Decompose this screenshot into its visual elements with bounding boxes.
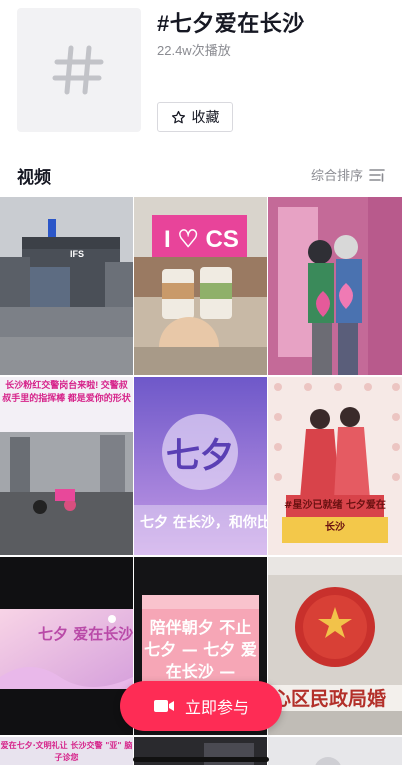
svg-text:七夕: 七夕: [166, 436, 234, 476]
video-thumbnail[interactable]: 七夕 七夕 在长沙，和你比: [134, 377, 267, 555]
sort-filter-icon: [369, 168, 385, 182]
video-caption: 心区民政局婚: [272, 687, 386, 710]
video-caption: 七夕 爱在长沙: [38, 625, 133, 643]
video-thumbnail[interactable]: [268, 197, 402, 375]
video-caption: 长沙粉红交警岗台来啦! 交警叔叔手里的指挥棒 都是爱你的形状: [2, 380, 131, 403]
sort-label: 综合排序: [310, 168, 363, 183]
topic-title: #七夕爱在长沙: [157, 11, 305, 36]
video-thumbnail[interactable]: I ♡ CS: [134, 197, 267, 375]
join-button-label: 立即参与: [184, 700, 249, 717]
hashtag-cover: [17, 8, 141, 132]
video-thumbnail[interactable]: #星沙已就绪 七夕爱在长沙: [268, 377, 402, 555]
video-caption: 陪伴朝夕 不止七夕 — 七夕 爱在长沙 —: [144, 618, 257, 681]
video-thumbnail[interactable]: 七夕 爱在长沙: [0, 557, 133, 735]
video-thumbnail[interactable]: IFS: [0, 197, 133, 375]
video-thumbnail[interactable]: 爱在七夕·文明礼让 长沙交警 "亚" 脑子诊您: [0, 737, 133, 765]
video-thumbnail[interactable]: [268, 737, 402, 765]
video-caption: IFS: [70, 249, 84, 259]
video-camera-icon: [153, 700, 174, 712]
star-outline-icon: [171, 110, 185, 123]
video-thumbnail[interactable]: 心区民政局婚: [268, 557, 402, 735]
videos-section-title: 视频: [17, 168, 51, 187]
video-caption: 七夕 在长沙，和你比: [140, 514, 267, 531]
hashtag-icon: [52, 45, 104, 95]
home-indicator[interactable]: [133, 757, 269, 762]
video-caption: #星沙已就绪 七夕爱在长沙: [284, 500, 386, 533]
play-count: 22.4w次播放: [157, 43, 231, 58]
video-caption: I ♡ CS: [164, 226, 239, 253]
video-grid: IFS I ♡ CS 长沙粉红交警岗台来啦! 交警叔叔手里的指挥棒 都是爱你的形…: [0, 197, 402, 765]
favorite-label: 收藏: [191, 109, 220, 125]
sort-button[interactable]: 综合排序: [311, 165, 385, 184]
favorite-button[interactable]: 收藏: [157, 102, 233, 132]
join-button[interactable]: 立即参与: [120, 681, 282, 731]
video-caption: 爱在七夕·文明礼让 长沙交警 "亚" 脑子诊您: [0, 741, 133, 762]
video-thumbnail[interactable]: 长沙粉红交警岗台来啦! 交警叔叔手里的指挥棒 都是爱你的形状: [0, 377, 133, 555]
topic-header: #七夕爱在长沙 22.4w次播放 收藏: [0, 0, 402, 150]
